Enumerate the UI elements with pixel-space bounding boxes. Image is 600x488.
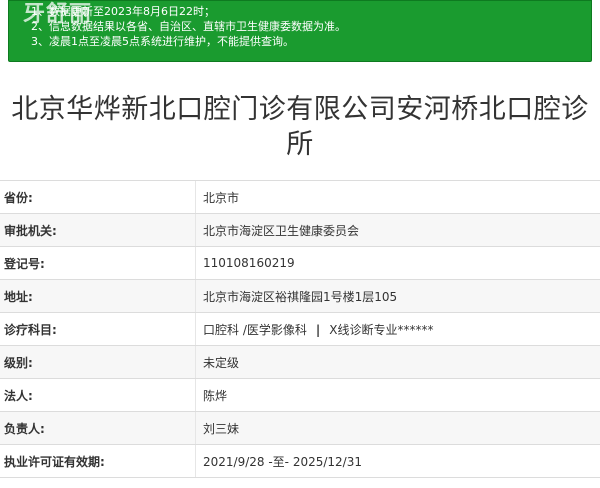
row-label-license-validity: 执业许可证有效期: [0, 445, 196, 477]
departments-part-2: X线诊断专业****** [329, 322, 434, 337]
row-label-level: 级别: [0, 346, 196, 378]
table-row: 审批机关: 北京市海淀区卫生健康委员会 [0, 214, 600, 247]
notice-line-1: 1、数据更新至2023年8月6日22时； [31, 5, 215, 18]
row-value-approval-authority: 北京市海淀区卫生健康委员会 [203, 223, 360, 238]
table-row: 级别: 未定级 [0, 346, 600, 379]
row-label-province: 省份: [0, 181, 196, 213]
row-value-person-in-charge: 刘三妹 [203, 421, 240, 436]
watermark-logo: 牙舒丽 [23, 1, 93, 27]
row-value-province: 北京市 [203, 190, 240, 205]
row-value-departments: 口腔科 /医学影像科 | X线诊断专业****** [196, 321, 433, 338]
page-title: 北京华烨新北口腔门诊有限公司安河桥北口腔诊所 [11, 94, 589, 160]
notice-banner: 牙舒丽 1、数据更新至2023年8月6日22时； 2、信息数据结果以各省、自治区… [8, 0, 592, 62]
table-row: 省份: 北京市 [0, 181, 600, 214]
row-value-registration-number: 110108160219 [203, 256, 295, 270]
row-label-departments: 诊疗科目: [0, 313, 196, 345]
notice-line-3: 3、凌晨1点至凌晨5点系统进行维护，不能提供查询。 [31, 35, 294, 48]
departments-separator: | [315, 322, 321, 337]
row-value-level: 未定级 [203, 355, 240, 370]
row-value-license-validity: 2021/9/28 -至- 2025/12/31 [203, 454, 362, 469]
row-label-approval-authority: 审批机关: [0, 214, 196, 246]
table-row: 诊疗科目: 口腔科 /医学影像科 | X线诊断专业****** [0, 313, 600, 346]
info-table: 省份: 北京市 审批机关: 北京市海淀区卫生健康委员会 登记号: 1101081… [0, 180, 600, 478]
row-value-address: 北京市海淀区裕祺隆园1号楼1层105 [203, 289, 398, 304]
row-label-address: 地址: [0, 280, 196, 312]
table-row: 登记号: 110108160219 [0, 247, 600, 280]
row-label-registration-number: 登记号: [0, 247, 196, 279]
table-row: 地址: 北京市海淀区裕祺隆园1号楼1层105 [0, 280, 600, 313]
notice-line-2: 2、信息数据结果以各省、自治区、直辖市卫生健康委数据为准。 [31, 20, 346, 33]
table-row: 法人: 陈烨 [0, 379, 600, 412]
table-row: 执业许可证有效期: 2021/9/28 -至- 2025/12/31 [0, 445, 600, 478]
departments-part-1: 口腔科 /医学影像科 [203, 322, 307, 337]
row-value-legal-person: 陈烨 [203, 388, 228, 403]
row-label-person-in-charge: 负责人: [0, 412, 196, 444]
row-label-legal-person: 法人: [0, 379, 196, 411]
table-row: 负责人: 刘三妹 [0, 412, 600, 445]
